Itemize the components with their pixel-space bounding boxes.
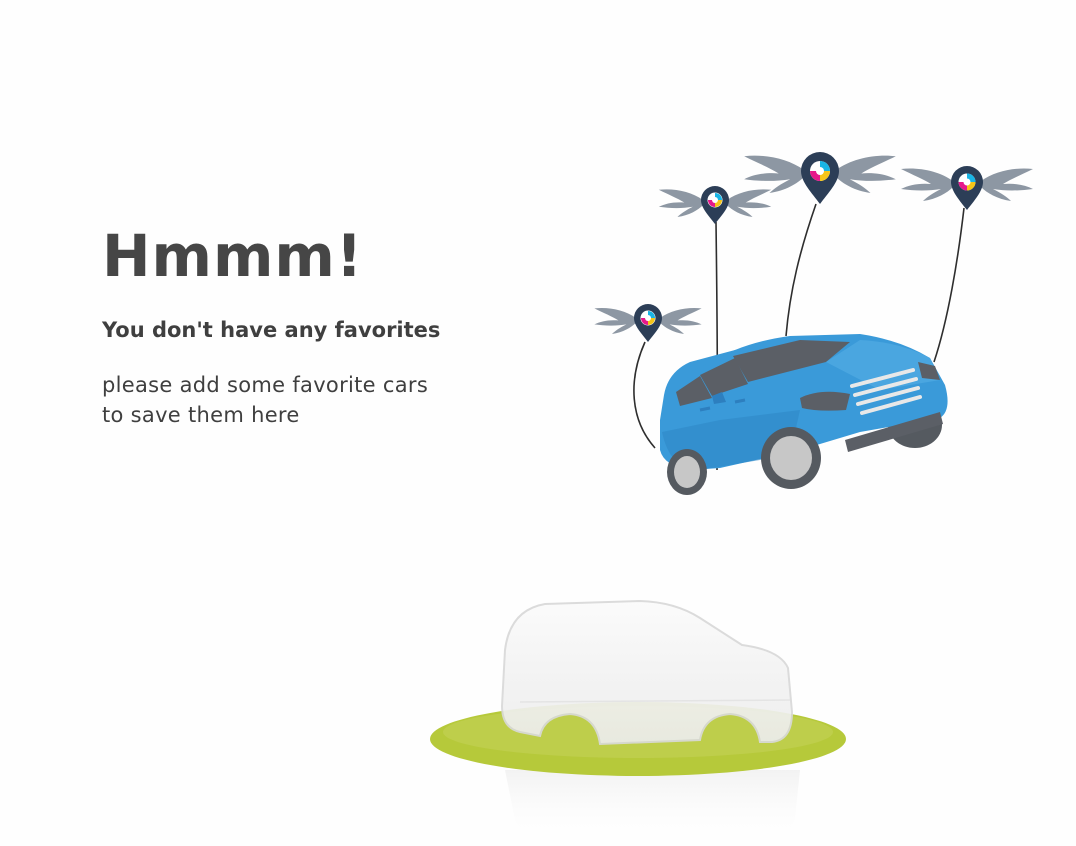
ghost-car-placeholder bbox=[430, 599, 846, 842]
favorites-empty-page: Hmmm! You don't have any favorites pleas… bbox=[0, 0, 1076, 846]
winged-location-pin-icon bbox=[744, 152, 896, 204]
ground-disc bbox=[430, 702, 846, 776]
winged-location-pin-icon bbox=[658, 186, 772, 224]
empty-state-message: please add some favorite cars to save th… bbox=[102, 370, 522, 430]
empty-state-message-line-1: please add some favorite cars bbox=[102, 373, 429, 397]
empty-state-subtitle: You don't have any favorites bbox=[102, 318, 441, 342]
ghost-car-body bbox=[500, 599, 794, 746]
empty-state-title: Hmmm! bbox=[102, 222, 364, 290]
car-grille bbox=[850, 368, 922, 415]
balloon-strings bbox=[633, 203, 965, 471]
empty-state-text: Hmmm! You don't have any favorites pleas… bbox=[102, 218, 522, 430]
car-rear-wheel bbox=[667, 449, 707, 495]
winged-location-pin-icon bbox=[594, 304, 702, 342]
car-front-wheel bbox=[761, 427, 821, 489]
empty-state-message-line-2: to save them here bbox=[102, 403, 300, 427]
winged-location-pin-icon bbox=[901, 166, 1033, 210]
flying-car-illustration bbox=[660, 334, 948, 495]
